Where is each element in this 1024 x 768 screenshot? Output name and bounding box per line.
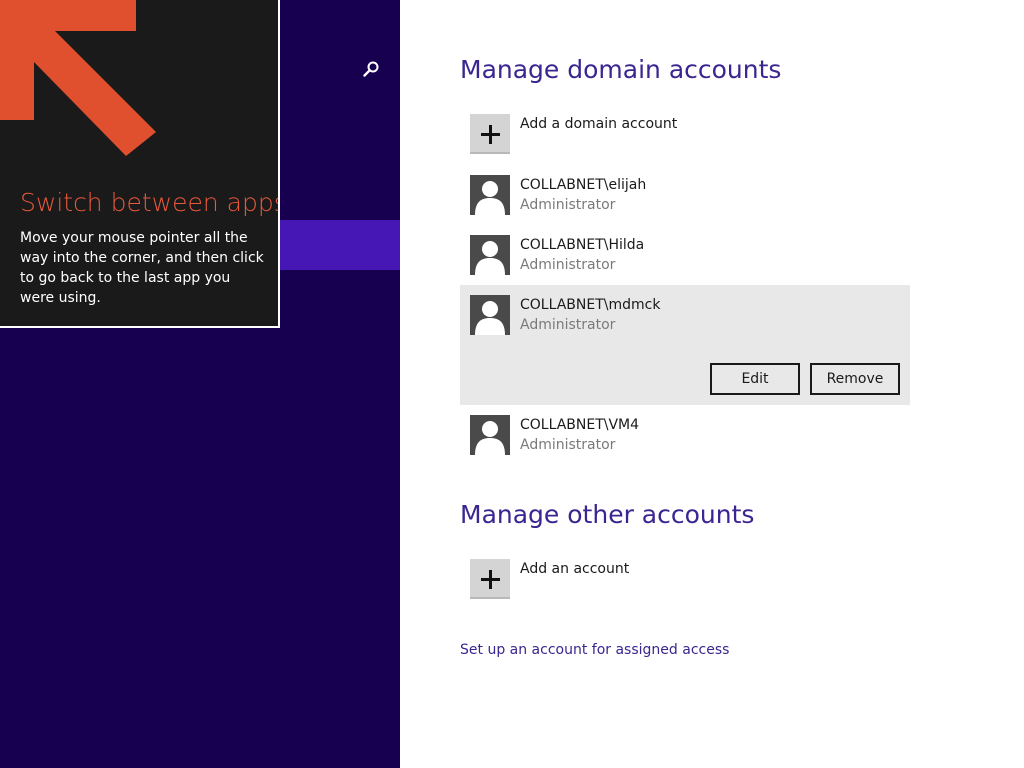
plus-icon [470, 559, 510, 599]
user-avatar-icon [470, 175, 510, 215]
account-row-vm4[interactable]: COLLABNET\VM4 Administrator [460, 405, 910, 465]
account-role: Administrator [520, 257, 616, 273]
plus-icon [470, 114, 510, 154]
remove-button[interactable]: Remove [810, 363, 900, 395]
right-pane: Manage domain accounts Add a domain acco… [400, 0, 1024, 768]
account-row-hilda[interactable]: COLLABNET\Hilda Administrator [460, 225, 910, 285]
switch-apps-tip: Switch between apps Move your mouse poin… [0, 0, 280, 328]
user-avatar-icon [470, 295, 510, 335]
corner-arrow-icon [0, 0, 156, 156]
tip-body: Move your mouse pointer all the way into… [20, 230, 264, 306]
account-name: COLLABNET\mdmck [520, 297, 661, 313]
selected-nav-item[interactable] [280, 220, 400, 270]
tip-title: Switch between apps [20, 188, 280, 217]
account-role: Administrator [520, 317, 616, 333]
left-pane: Switch between apps Move your mouse poin… [0, 0, 400, 768]
account-name: COLLABNET\Hilda [520, 237, 645, 253]
account-role: Administrator [520, 437, 616, 453]
other-accounts-title: Manage other accounts [460, 500, 755, 529]
add-domain-account-label: Add a domain account [520, 116, 678, 132]
search-icon[interactable] [362, 60, 380, 78]
add-account-button[interactable]: Add an account [460, 549, 910, 609]
edit-button[interactable]: Edit [710, 363, 800, 395]
account-row-elijah[interactable]: COLLABNET\elijah Administrator [460, 165, 910, 225]
account-name: COLLABNET\elijah [520, 177, 647, 193]
account-role: Administrator [520, 197, 616, 213]
account-name: COLLABNET\VM4 [520, 417, 640, 433]
user-avatar-icon [470, 415, 510, 455]
domain-accounts-title: Manage domain accounts [460, 55, 782, 84]
account-row-mdmck[interactable]: COLLABNET\mdmck Administrator Edit Remov… [460, 285, 910, 405]
add-domain-account-button[interactable]: Add a domain account [460, 104, 910, 164]
user-avatar-icon [470, 235, 510, 275]
add-account-label: Add an account [520, 561, 630, 577]
assigned-access-link[interactable]: Set up an account for assigned access [460, 642, 729, 658]
